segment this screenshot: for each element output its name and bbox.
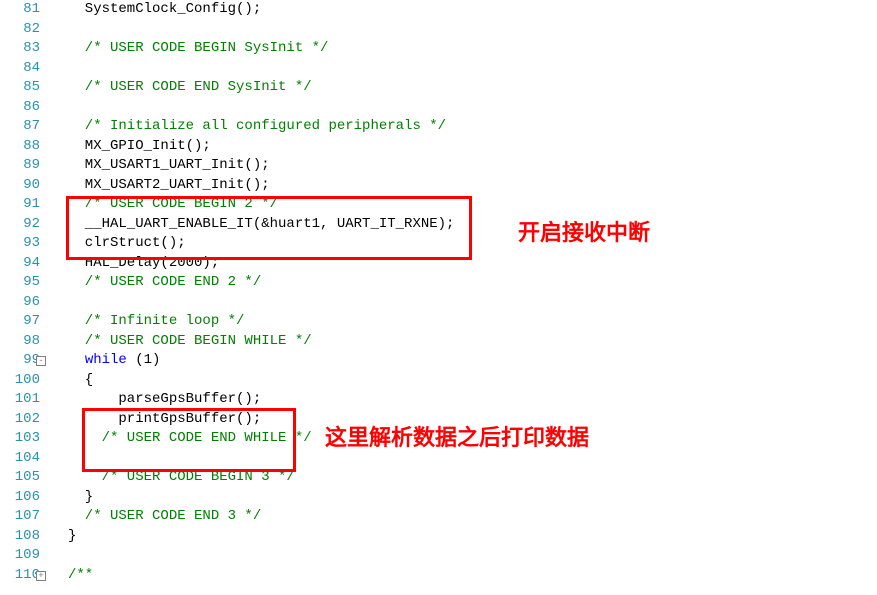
line-number: 89	[0, 156, 40, 176]
code-line[interactable]: MX_GPIO_Init();	[68, 137, 877, 157]
code-line[interactable]: /* USER CODE END WHILE */	[68, 429, 877, 449]
code-line[interactable]: /* USER CODE BEGIN WHILE */	[68, 332, 877, 352]
code-line[interactable]: printGpsBuffer();	[68, 410, 877, 430]
line-number: 97	[0, 312, 40, 332]
line-number: 81	[0, 0, 40, 20]
code-line[interactable]	[68, 98, 877, 118]
code-line[interactable]	[68, 59, 877, 79]
fold-marker-icon[interactable]: -	[36, 356, 46, 366]
line-number: 84	[0, 59, 40, 79]
code-line[interactable]: /* USER CODE BEGIN 2 */	[68, 195, 877, 215]
line-number: 96	[0, 293, 40, 313]
code-line[interactable]: SystemClock_Config();	[68, 0, 877, 20]
code-line[interactable]: while (1)	[68, 351, 877, 371]
line-number: 95	[0, 273, 40, 293]
code-line[interactable]: /* USER CODE BEGIN 3 */	[68, 468, 877, 488]
line-number: 104	[0, 449, 40, 469]
code-line[interactable]: {	[68, 371, 877, 391]
line-number: 83	[0, 39, 40, 59]
code-line[interactable]: /* USER CODE END 2 */	[68, 273, 877, 293]
code-line[interactable]	[68, 20, 877, 40]
line-number: 88	[0, 137, 40, 157]
line-number: 90	[0, 176, 40, 196]
line-number: 109	[0, 546, 40, 566]
line-number: 103	[0, 429, 40, 449]
code-line[interactable]: /* Infinite loop */	[68, 312, 877, 332]
code-area[interactable]: SystemClock_Config(); /* USER CODE BEGIN…	[50, 0, 877, 595]
line-number: 98	[0, 332, 40, 352]
line-number-gutter: 8182838485868788899091929394959697989910…	[0, 0, 50, 595]
line-number: 101	[0, 390, 40, 410]
line-number: 100	[0, 371, 40, 391]
code-line[interactable]: clrStruct();	[68, 234, 877, 254]
line-number: 82	[0, 20, 40, 40]
line-number: 102	[0, 410, 40, 430]
code-line[interactable]: /**	[68, 566, 877, 586]
code-line[interactable]	[68, 449, 877, 469]
line-number: 105	[0, 468, 40, 488]
fold-marker-icon[interactable]: +	[36, 571, 46, 581]
code-line[interactable]: __HAL_UART_ENABLE_IT(&huart1, UART_IT_RX…	[68, 215, 877, 235]
line-number: 107	[0, 507, 40, 527]
line-number: 93	[0, 234, 40, 254]
line-number: 108	[0, 527, 40, 547]
line-number: 87	[0, 117, 40, 137]
code-line[interactable]: MX_USART2_UART_Init();	[68, 176, 877, 196]
code-line[interactable]: HAL_Delay(2000);	[68, 254, 877, 274]
code-line[interactable]: /* USER CODE END SysInit */	[68, 78, 877, 98]
code-editor[interactable]: 8182838485868788899091929394959697989910…	[0, 0, 877, 595]
line-number: 85	[0, 78, 40, 98]
code-line[interactable]: }	[68, 527, 877, 547]
line-number: 99	[0, 351, 40, 371]
code-line[interactable]: /* Initialize all configured peripherals…	[68, 117, 877, 137]
code-line[interactable]	[68, 546, 877, 566]
line-number: 91	[0, 195, 40, 215]
line-number: 86	[0, 98, 40, 118]
line-number: 92	[0, 215, 40, 235]
code-line[interactable]: /* USER CODE END 3 */	[68, 507, 877, 527]
line-number: 106	[0, 488, 40, 508]
code-line[interactable]: /* USER CODE BEGIN SysInit */	[68, 39, 877, 59]
code-line[interactable]: }	[68, 488, 877, 508]
line-number: 110	[0, 566, 40, 586]
code-line[interactable]: MX_USART1_UART_Init();	[68, 156, 877, 176]
code-line[interactable]: parseGpsBuffer();	[68, 390, 877, 410]
code-line[interactable]	[68, 293, 877, 313]
line-number: 94	[0, 254, 40, 274]
